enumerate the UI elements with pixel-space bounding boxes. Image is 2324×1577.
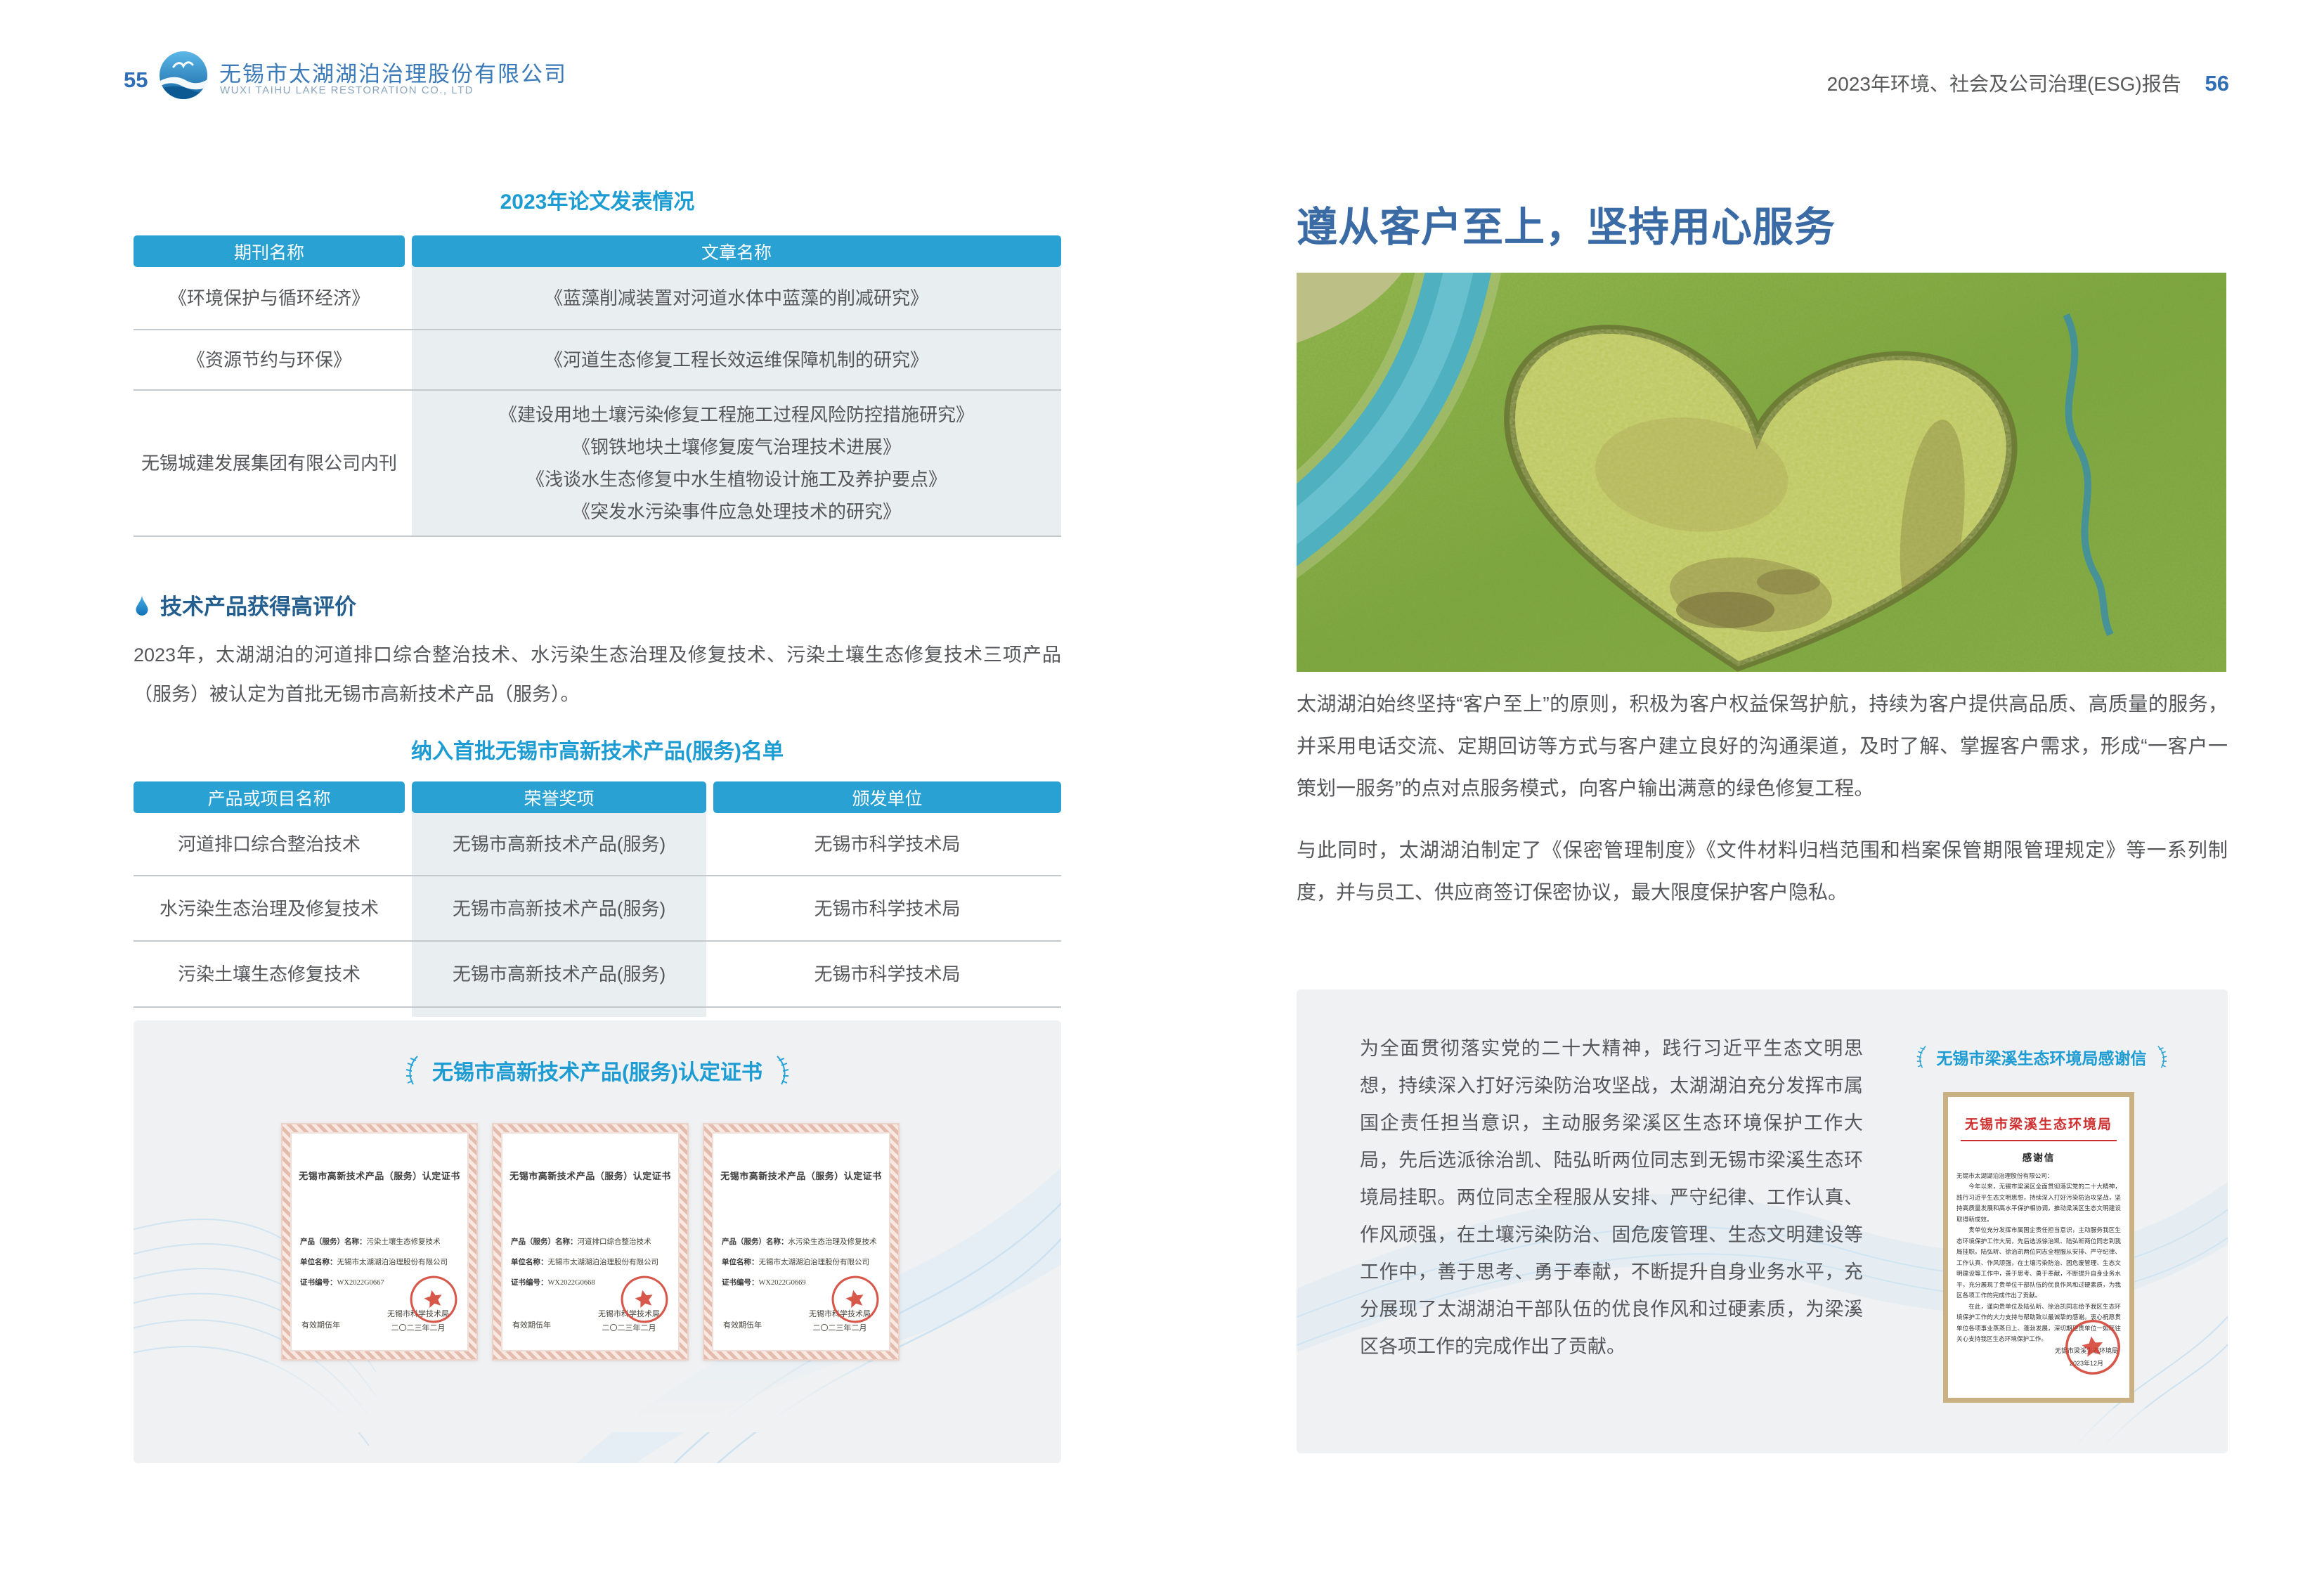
column-header: 颁发单位 <box>713 781 1061 813</box>
company-name-cn: 无锡市太湖湖泊治理股份有限公司 <box>219 56 567 88</box>
column-header: 产品或项目名称 <box>134 781 405 813</box>
water-drop-icon <box>134 594 150 616</box>
table-cell: 无锡市高新技术产品(服务) <box>412 876 706 940</box>
company-logo-icon <box>157 49 209 101</box>
reflection-fade <box>246 1362 949 1432</box>
tech-paragraph: 2023年，太湖湖泊的河道排口综合整治技术、水污染生态治理及修复技术、污染土壤生… <box>134 635 1061 714</box>
table-cell-article: 《蓝藻削减装置对河道水体中蓝藻的削减研究》 <box>412 267 1061 329</box>
laurel-icon <box>403 1054 421 1086</box>
letter-rule <box>1961 1140 2117 1141</box>
column-header: 期刊名称 <box>134 235 405 267</box>
body-paragraph: 太湖湖泊始终坚持“客户至上”的原则，积极为客户权益保驾护航，持续为客户提供高品质… <box>1297 683 2228 810</box>
service-panel: 为全面贯彻落实党的二十大精神，践行习近平生态文明思想，持续深入打好污染防治攻坚战… <box>1297 989 2228 1453</box>
hightech-table: 产品或项目名称 荣誉奖项 颁发单位 河道排口综合整治技术 无锡市高新技术产品(服… <box>134 781 1061 1020</box>
certificate: 无锡市高新技术产品（服务）认定证书 产品（服务）名称：河道排口综合整治技术 单位… <box>492 1123 689 1361</box>
certificates-panel: 无锡市高新技术产品(服务)认定证书 无锡市高新技术产品（服务）认定证书 产品（服… <box>134 1020 1061 1463</box>
table-cell: 无锡市科学技术局 <box>713 942 1061 1006</box>
section-title: 技术产品获得高评价 <box>160 589 356 621</box>
row-divider <box>134 1006 1061 1008</box>
table-cell-article: 《建设用地土壤污染修复工程施工过程风险防控措施研究》 《钢铁地块土壤修复废气治理… <box>412 391 1061 536</box>
table-cell-article: 《河道生态修复工程长效运维保障机制的研究》 <box>412 330 1061 389</box>
table-cell: 河道排口综合整治技术 <box>134 813 405 875</box>
company-name-en: WUXI TAIHU LAKE RESTORATION CO., LTD <box>220 84 474 96</box>
hightech-table-title: 纳入首批无锡市高新技术产品(服务)名单 <box>134 734 1061 765</box>
laurel-icon <box>774 1054 792 1086</box>
column-header: 荣誉奖项 <box>412 781 706 813</box>
page-number-right: 56 <box>2205 71 2229 96</box>
page-title: 遵从客户至上，坚持用心服务 <box>1297 194 1836 253</box>
official-seal-icon <box>825 1269 885 1329</box>
laurel-icon <box>2155 1044 2169 1070</box>
table-cell: 无锡市高新技术产品(服务) <box>412 813 706 875</box>
table-cell: 无锡市科学技术局 <box>713 813 1061 875</box>
page-number-left: 55 <box>124 67 148 93</box>
column-header: 文章名称 <box>412 235 1061 267</box>
thankyou-letter-title: 无锡市梁溪生态环境局感谢信 <box>1880 1044 2203 1070</box>
papers-table-title: 2023年论文发表情况 <box>134 184 1061 215</box>
table-cell-journal: 《资源节约与环保》 <box>134 330 405 389</box>
table-cell: 无锡市高新技术产品(服务) <box>412 942 706 1006</box>
official-seal-icon <box>614 1269 674 1329</box>
body-paragraph: 与此同时，太湖湖泊制定了《保密管理制度》《文件材料归档范围和档案保管期限管理规定… <box>1297 829 2228 914</box>
report-header: 2023年环境、社会及公司治理(ESG)报告 56 <box>1722 69 2229 97</box>
official-seal-icon <box>2060 1314 2127 1381</box>
table-cell: 水污染生态治理及修复技术 <box>134 876 405 940</box>
section-heading: 技术产品获得高评价 <box>134 589 356 621</box>
table-cell: 污染土壤生态修复技术 <box>134 942 405 1006</box>
row-divider <box>134 536 1061 537</box>
report-title: 2023年环境、社会及公司治理(ESG)报告 <box>1827 73 2181 95</box>
table-cell-journal: 《环境保护与循环经济》 <box>134 267 405 329</box>
table-cell-journal: 无锡城建发展集团有限公司内刊 <box>134 391 405 536</box>
heart-forest-photo <box>1297 273 2226 672</box>
official-seal-icon <box>403 1269 463 1329</box>
certificates-title: 无锡市高新技术产品(服务)认定证书 <box>134 1054 1061 1086</box>
letter-subtitle: 感谢信 <box>1956 1150 2121 1164</box>
certificate: 无锡市高新技术产品（服务）认定证书 产品（服务）名称：污染土壤生态修复技术 单位… <box>281 1123 478 1361</box>
laurel-icon <box>1914 1044 1928 1070</box>
letter-org-name: 无锡市梁溪生态环境局 <box>1956 1114 2121 1133</box>
reflection-fade <box>1929 1408 2147 1453</box>
esg-report-spread: 55 无锡市太湖湖泊治理股份有限公司 WUXI TAIHU LAKE RESTO… <box>0 0 2324 1577</box>
thankyou-letter: 无锡市梁溪生态环境局 感谢信 无锡市太湖湖泊治理股份有限公司： 今年以来，无锡市… <box>1943 1092 2134 1403</box>
table-cell: 无锡市科学技术局 <box>713 876 1061 940</box>
secondment-paragraph: 为全面贯彻落实党的二十大精神，践行习近平生态文明思想，持续深入打好污染防治攻坚战… <box>1360 1030 1863 1365</box>
papers-table: 期刊名称 文章名称 《环境保护与循环经济》 《蓝藻削减装置对河道水体中蓝藻的削减… <box>134 235 1061 539</box>
certificate: 无锡市高新技术产品（服务）认定证书 产品（服务）名称：水污染生态治理及修复技术 … <box>703 1123 900 1361</box>
